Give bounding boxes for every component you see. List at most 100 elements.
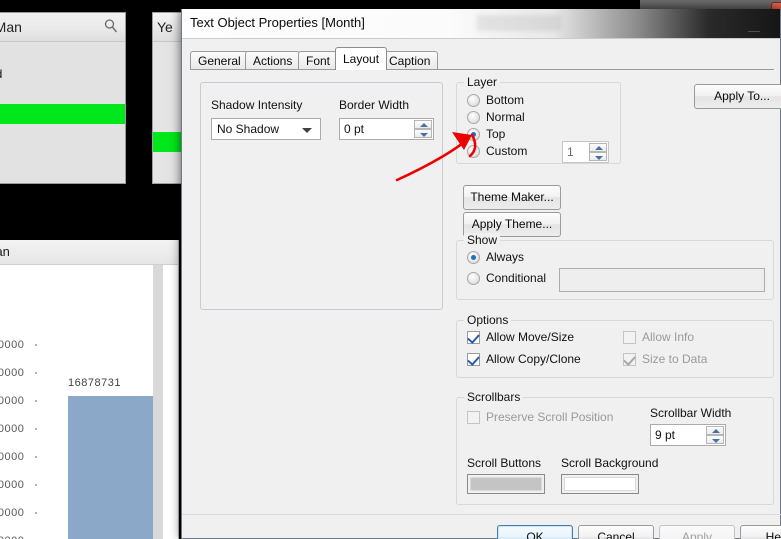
scrollbar-width-spin-buttons[interactable]: [706, 426, 724, 444]
radio-label: Top: [486, 127, 506, 141]
theme-maker-button[interactable]: Theme Maker...: [463, 185, 561, 210]
tab-actions[interactable]: Actions: [245, 51, 301, 69]
scroll-buttons-label: Scroll Buttons: [467, 456, 542, 470]
checkbox-label: Size to Data: [642, 352, 708, 366]
chart-ytick: 6000000: [0, 535, 24, 539]
radio-label: Always: [486, 250, 525, 264]
chart-plot: 0000000 8000000 6000000 4000000 2000000 …: [0, 265, 178, 539]
checkbox-indicator: [623, 353, 636, 366]
radio-label: Custom: [486, 144, 528, 158]
chart-scrollbar[interactable]: [153, 265, 163, 539]
checkbox-indicator: [623, 331, 636, 344]
chart-ytick: 0000000: [0, 339, 25, 351]
text-object-properties-dialog: Text Object Properties [Month] General A…: [181, 9, 781, 539]
checkbox-indicator: [467, 331, 480, 344]
list-item[interactable]: an: [0, 124, 125, 144]
list-item[interactable]: rard: [0, 64, 125, 84]
chart-tick-marker: [35, 428, 37, 430]
apply-to-button[interactable]: Apply To...: [694, 84, 781, 109]
radio-indicator: [467, 128, 480, 141]
chart-tick-marker: [35, 344, 37, 346]
options-group-title: Options: [464, 313, 512, 327]
chart-tick-marker: [35, 400, 37, 402]
checkbox-label: Allow Copy/Clone: [486, 352, 581, 366]
salesman-list-header: alesMan: [0, 13, 125, 42]
conditional-expression-input[interactable]: [559, 268, 765, 292]
show-group: Show Always Conditional: [456, 233, 774, 300]
checkbox-label: Allow Move/Size: [486, 330, 575, 344]
radio-indicator: [467, 251, 480, 264]
options-group: Options Allow Move/Size Allow Copy/Clone…: [456, 313, 774, 378]
show-group-title: Show: [464, 233, 501, 247]
layer-custom-value: 1: [567, 145, 574, 159]
shadow-border-panel: Shadow Intensity No Shadow Border Width …: [200, 82, 443, 310]
tab-font[interactable]: Font: [298, 51, 339, 69]
cancel-button[interactable]: Cancel: [578, 525, 654, 539]
chart-title: lesMan: [0, 244, 10, 259]
chart-bar-value-label: 16878731: [68, 377, 121, 389]
scroll-background-label: Scroll Background: [561, 456, 659, 470]
chart-ytick: 8000000: [0, 507, 25, 519]
radio-indicator: [467, 111, 480, 124]
desktop-background: [126, 12, 152, 184]
dialog-title: Text Object Properties [Month]: [190, 15, 365, 30]
spin-up-icon[interactable]: [414, 120, 432, 129]
border-width-spin-buttons[interactable]: [414, 120, 432, 138]
tab-caption[interactable]: Caption: [381, 51, 439, 69]
scroll-buttons-color-swatch[interactable]: [467, 474, 545, 494]
scrollbar-width-label: Scrollbar Width: [650, 406, 732, 420]
swatch-fill: [470, 477, 542, 491]
checkbox-label: Preserve Scroll Position: [486, 410, 614, 424]
screen: alesMan ug rard eg f an mal i chel ndy Y…: [0, 0, 781, 539]
footer-separator: [182, 514, 781, 515]
chart-tick-marker: [35, 456, 37, 458]
ok-button[interactable]: OK: [497, 525, 573, 539]
checkbox-label: Allow Info: [642, 330, 695, 344]
scroll-background-color-swatch[interactable]: [561, 474, 639, 494]
titlebar-blurred-region: [477, 15, 562, 31]
tab-general[interactable]: General: [190, 51, 249, 69]
layer-custom-spin-buttons[interactable]: [589, 143, 607, 161]
search-icon[interactable]: [103, 18, 119, 34]
desktop-background: [0, 184, 181, 240]
layer-custom-stepper[interactable]: 1: [562, 141, 609, 163]
chart-ytick: 0000000: [0, 479, 25, 491]
scrollbars-group: Scrollbars Preserve Scroll Position Scro…: [456, 390, 774, 505]
shadow-intensity-value: No Shadow: [217, 122, 280, 136]
shadow-intensity-label: Shadow Intensity: [211, 98, 303, 112]
shadow-intensity-select[interactable]: No Shadow: [211, 118, 321, 140]
chart-tick-marker: [35, 484, 37, 486]
radio-label: Conditional: [486, 271, 547, 285]
minimize-icon[interactable]: [748, 21, 760, 32]
chart-ytick: 2000000: [0, 451, 25, 463]
chart-bar[interactable]: [68, 396, 153, 539]
radio-indicator: [467, 272, 480, 285]
layer-group-title: Layer: [464, 75, 501, 89]
layer-group: Layer Bottom Normal Top Custom 1: [456, 75, 621, 164]
spin-up-icon[interactable]: [589, 143, 607, 152]
spin-down-icon[interactable]: [589, 152, 607, 161]
salesman-list-title: alesMan: [0, 19, 22, 35]
list-item-selected[interactable]: f: [0, 104, 125, 124]
salesman-list-body[interactable]: ug rard eg f an mal i chel ndy: [0, 42, 125, 183]
scrollbar-width-value: 9 pt: [655, 428, 676, 442]
salesman-list-window: alesMan ug rard eg f an mal i chel ndy: [0, 12, 126, 184]
chart-ytick: 6000000: [0, 395, 25, 407]
list-item[interactable]: i: [0, 164, 125, 183]
spin-down-icon[interactable]: [706, 435, 724, 444]
spin-up-icon[interactable]: [706, 426, 724, 435]
help-button[interactable]: Help: [740, 525, 781, 539]
spin-down-icon[interactable]: [414, 129, 432, 138]
scrollbar-width-stepper[interactable]: 9 pt: [650, 424, 726, 446]
border-width-stepper[interactable]: 0 pt: [339, 118, 434, 140]
dialog-titlebar[interactable]: Text Object Properties [Month]: [182, 9, 780, 39]
list-item[interactable]: mal: [0, 144, 125, 164]
year-list-title: Ye: [157, 19, 173, 35]
list-item[interactable]: ug: [0, 44, 125, 64]
border-width-value: 0 pt: [344, 122, 365, 136]
radio-label: Normal: [486, 110, 525, 124]
list-item[interactable]: eg: [0, 84, 125, 104]
apply-button: Apply: [659, 525, 735, 539]
radio-indicator: [467, 145, 480, 158]
tab-layout[interactable]: Layout: [335, 47, 388, 70]
